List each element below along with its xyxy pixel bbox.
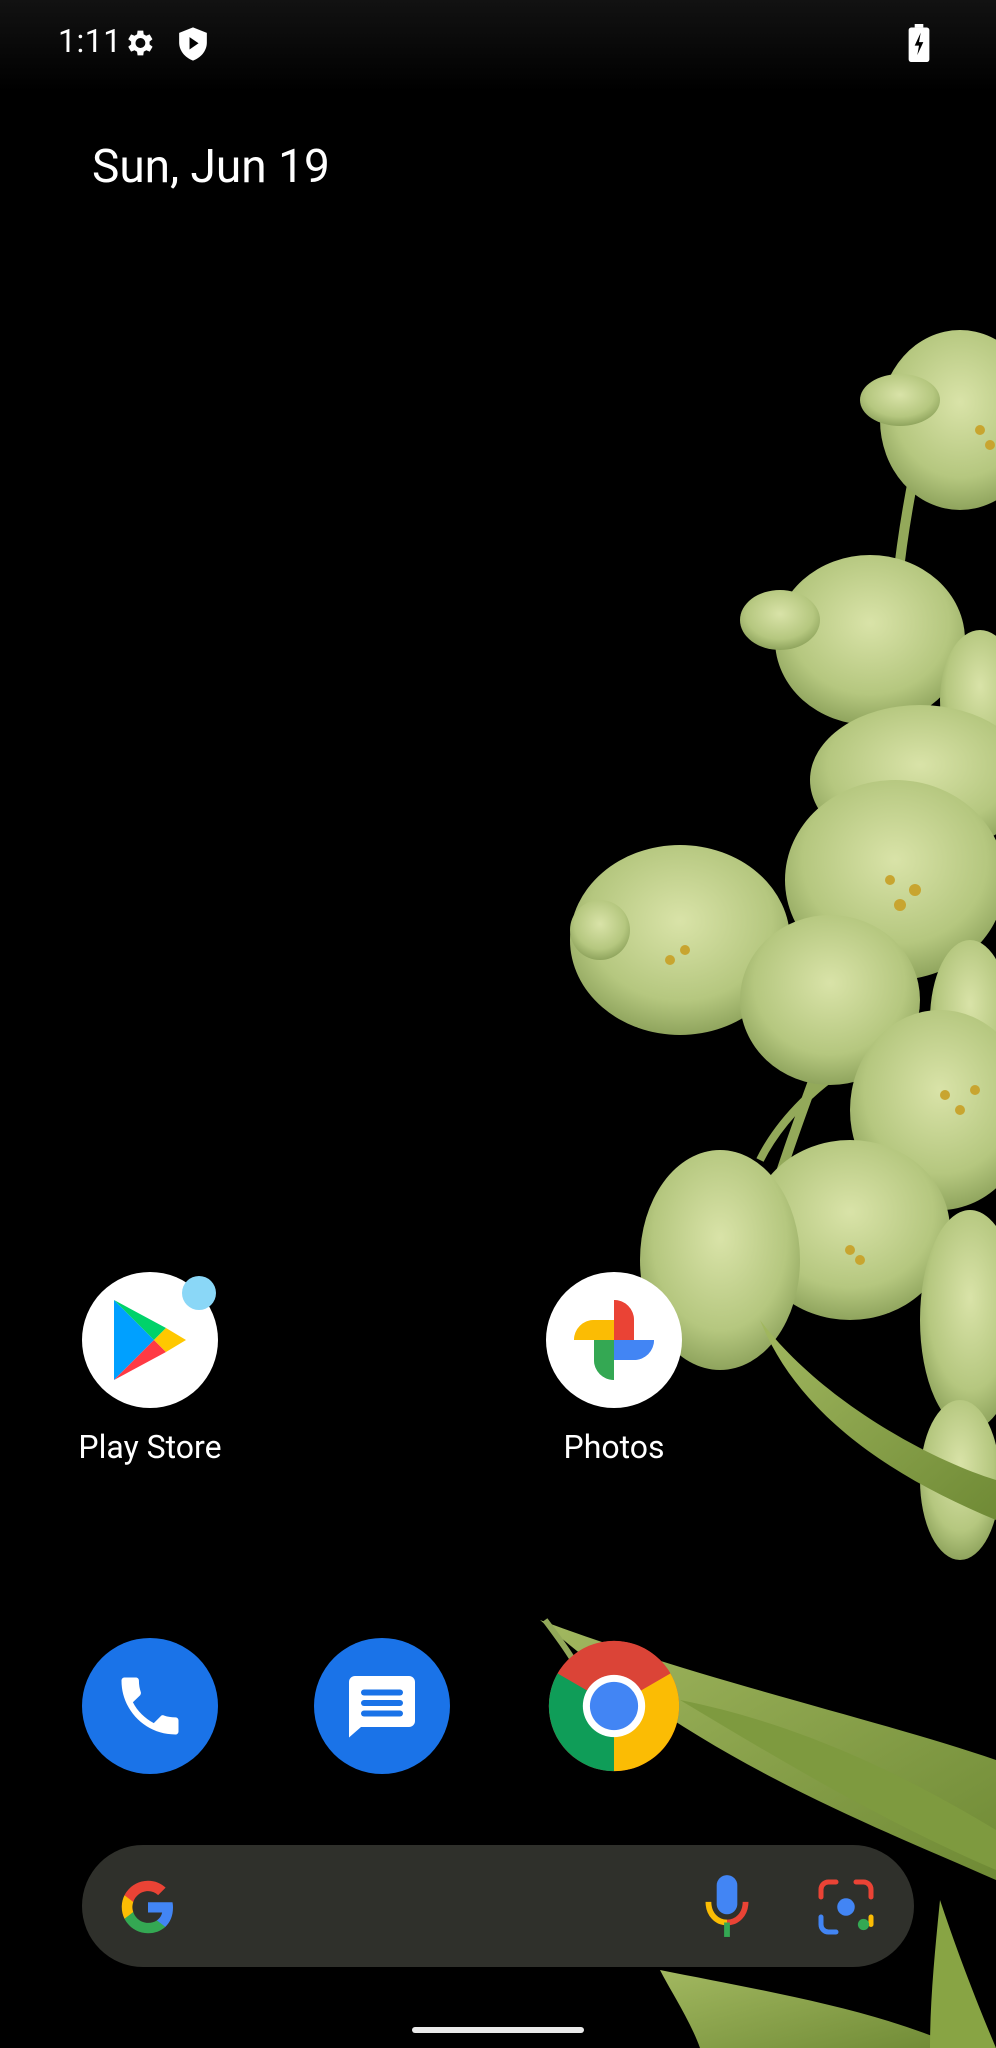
chrome-icon: [548, 1640, 680, 1772]
dock-phone[interactable]: [82, 1638, 218, 1774]
google-search-bar[interactable]: [82, 1845, 914, 1967]
photos-icon: [546, 1272, 682, 1408]
shield-play-icon: [179, 27, 207, 61]
app-photos[interactable]: Photos: [504, 1272, 724, 1466]
battery-charging-icon: [908, 24, 930, 62]
app-play-store[interactable]: Play Store: [40, 1272, 260, 1466]
dock-messages[interactable]: [314, 1638, 450, 1774]
google-g-icon: [121, 1880, 173, 1934]
app-label: Play Store: [78, 1428, 222, 1466]
lens-icon[interactable]: [816, 1877, 876, 1937]
gear-icon: [128, 30, 153, 56]
play-store-icon: [82, 1272, 218, 1408]
dock-chrome[interactable]: [546, 1638, 682, 1774]
status-time: 1:11: [58, 22, 122, 60]
status-bar: 1:11: [0, 0, 996, 92]
phone-icon: [121, 1677, 179, 1735]
date-widget[interactable]: Sun, Jun 19: [92, 140, 330, 194]
notification-dot: [182, 1276, 216, 1310]
app-label: Photos: [563, 1428, 665, 1466]
messages-icon: [349, 1676, 415, 1738]
gesture-nav-handle[interactable]: [412, 2027, 584, 2033]
microphone-icon[interactable]: [702, 1873, 752, 1939]
